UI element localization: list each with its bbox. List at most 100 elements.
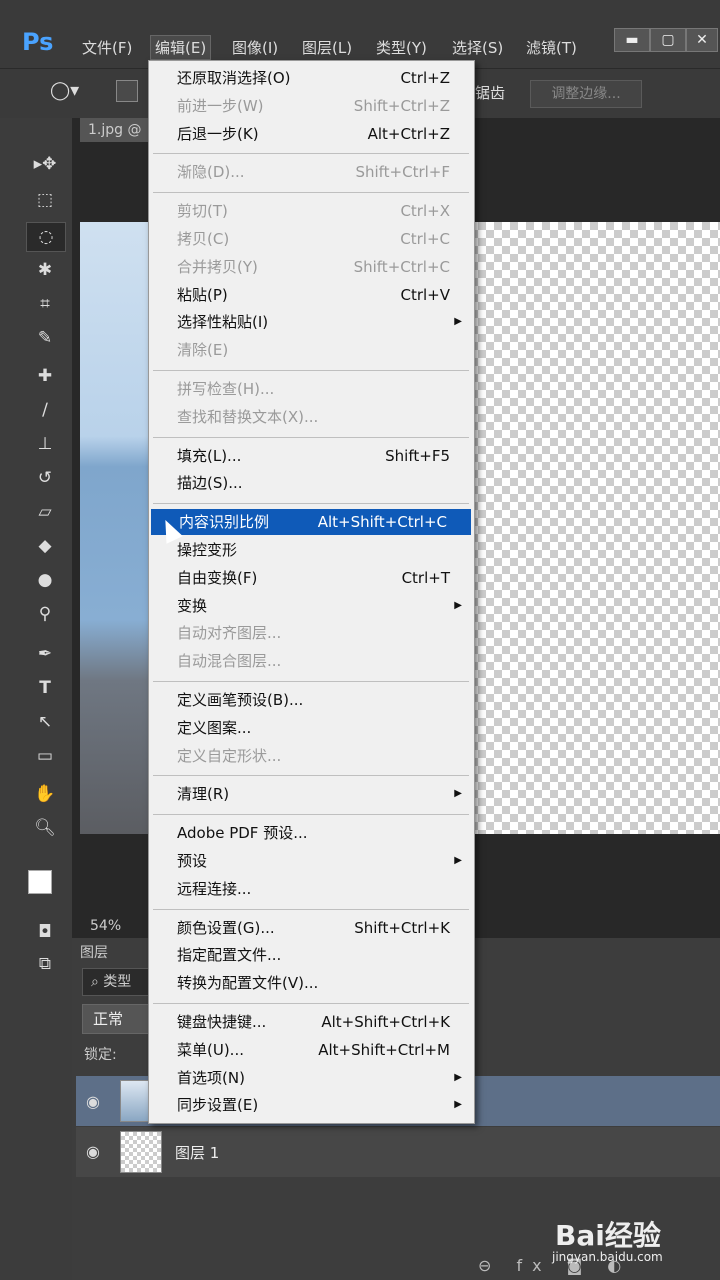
menu-item-shortcut: Ctrl+Z bbox=[400, 69, 450, 87]
transparent-canvas[interactable] bbox=[470, 222, 720, 834]
menu-item-shortcut: Ctrl+T bbox=[401, 568, 450, 587]
menu-item-label: 定义自定形状... bbox=[177, 746, 282, 765]
edit-menu-item[interactable]: 内容识别比例 Alt+Shift+Ctrl+C bbox=[151, 509, 471, 536]
eraser-icon[interactable]: ▱ bbox=[26, 498, 64, 526]
search-icon: ⌕ bbox=[91, 974, 104, 990]
edit-menu-item[interactable]: 粘贴(P) Ctrl+V bbox=[149, 282, 474, 308]
menu-filter[interactable]: 滤镜(T) bbox=[526, 37, 577, 58]
menu-separator bbox=[153, 814, 469, 816]
baidu-watermark-url: jingyan.baidu.com bbox=[552, 1250, 663, 1264]
edit-menu-item[interactable]: 还原取消选择(O) Ctrl+Z bbox=[149, 65, 474, 91]
menu-item-label: 拼写检查(H)... bbox=[177, 380, 275, 398]
layer-name[interactable]: 图层 1 bbox=[175, 1142, 219, 1163]
menu-item-label: 预设 bbox=[177, 852, 208, 870]
menu-item-label: 填充(L)... bbox=[177, 446, 242, 465]
edit-menu-item: 自动混合图层... bbox=[149, 648, 474, 674]
paint-bucket-icon[interactable]: ◆ bbox=[26, 532, 64, 560]
submenu-arrow-icon: ▶ bbox=[454, 599, 462, 611]
edit-menu-item[interactable]: 自由变换(F) Ctrl+T bbox=[149, 565, 474, 591]
edit-menu-item[interactable]: 指定配置文件... bbox=[149, 942, 474, 968]
edit-menu-item[interactable]: 填充(L)... Shift+F5 bbox=[149, 443, 474, 469]
menu-edit[interactable]: 编辑(E) bbox=[150, 35, 212, 60]
menu-file[interactable]: 文件(F) bbox=[82, 37, 132, 58]
edit-menu-item[interactable]: 菜单(U)... Alt+Shift+Ctrl+M bbox=[149, 1037, 474, 1063]
screen-mode-icon[interactable]: ⧉ bbox=[26, 950, 64, 978]
menu-separator bbox=[153, 370, 469, 371]
menu-item-label: 后退一步(K) bbox=[177, 124, 259, 143]
menu-item-label: 颜色设置(G)... bbox=[177, 918, 275, 937]
edit-menu-item[interactable]: 清理(R) ▶ bbox=[149, 781, 474, 807]
menu-select[interactable]: 选择(S) bbox=[452, 37, 503, 58]
anti-alias-label[interactable]: 锯齿 bbox=[475, 82, 505, 103]
hand-tool-icon[interactable]: ✋ bbox=[26, 780, 64, 808]
eye-icon[interactable]: ◉ bbox=[86, 1142, 100, 1161]
zoom-level[interactable]: 54% bbox=[90, 918, 121, 934]
dodge-tool-icon[interactable]: ⚲ bbox=[26, 600, 64, 628]
menu-item-shortcut: Alt+Ctrl+Z bbox=[367, 124, 450, 143]
pen-tool-icon[interactable]: ✒ bbox=[26, 640, 64, 668]
menu-item-label: 自动对齐图层... bbox=[177, 624, 282, 643]
zoom-tool-icon[interactable]: 🔍︎ bbox=[26, 814, 64, 842]
stamp-tool-icon[interactable]: ⊥ bbox=[26, 430, 64, 458]
eyedropper-icon[interactable]: ✎ bbox=[26, 324, 64, 352]
menu-image[interactable]: 图像(I) bbox=[232, 37, 278, 58]
layer-row[interactable] bbox=[76, 1127, 720, 1177]
shape-tool-icon[interactable]: ▭ bbox=[26, 742, 64, 770]
menu-item-label: 清理(R) bbox=[177, 785, 230, 804]
edit-menu-item[interactable]: 首选项(N) ▶ bbox=[149, 1065, 474, 1091]
lock-label: 锁定: bbox=[84, 1047, 117, 1063]
magic-wand-icon[interactable]: ✱ bbox=[26, 256, 64, 284]
tab-layers[interactable]: 图层 bbox=[80, 942, 108, 962]
edit-menu-item[interactable]: 颜色设置(G)... Shift+Ctrl+K bbox=[149, 915, 474, 941]
maximize-button[interactable]: ▢ bbox=[650, 28, 686, 52]
edit-menu-item[interactable]: 键盘快捷键... Alt+Shift+Ctrl+K bbox=[149, 1009, 474, 1035]
brush-tool-icon[interactable]: ∕ bbox=[26, 396, 64, 424]
edit-menu-item[interactable]: Adobe PDF 预设... bbox=[149, 820, 474, 846]
edit-menu-item[interactable]: 变换 ▶ bbox=[149, 593, 474, 619]
marquee-tool-icon[interactable]: ⬚ bbox=[26, 186, 64, 214]
refine-edge-button[interactable]: 调整边缘... bbox=[530, 80, 642, 108]
type-tool-icon[interactable]: T bbox=[26, 674, 64, 702]
menu-item-label: 前进一步(W) bbox=[177, 96, 264, 115]
filter-kind-label: 类型 bbox=[103, 974, 132, 990]
minimize-button[interactable]: ▬ bbox=[614, 28, 650, 52]
edit-menu-item[interactable]: 操控变形 bbox=[149, 537, 474, 563]
edit-menu-item[interactable]: 同步设置(E) ▶ bbox=[149, 1092, 474, 1118]
menu-layer[interactable]: 图层(L) bbox=[302, 37, 352, 58]
edit-menu-item[interactable]: 后退一步(K) Alt+Ctrl+Z bbox=[149, 121, 474, 147]
eye-icon[interactable]: ◉ bbox=[86, 1092, 100, 1111]
foreground-color-swatch[interactable] bbox=[28, 870, 52, 894]
submenu-arrow-icon: ▶ bbox=[454, 1071, 462, 1083]
edit-menu-item[interactable]: 定义图案... bbox=[149, 715, 474, 741]
lasso-tool-icon[interactable]: ◌ bbox=[26, 222, 66, 252]
menu-item-shortcut: Alt+Shift+Ctrl+K bbox=[321, 1013, 450, 1031]
edit-menu-item: 查找和替换文本(X)... bbox=[149, 404, 474, 430]
submenu-arrow-icon: ▶ bbox=[454, 316, 462, 328]
move-tool-icon[interactable]: ▸✥ bbox=[26, 150, 64, 178]
menu-item-shortcut: Shift+Ctrl+K bbox=[354, 918, 450, 937]
crop-tool-icon[interactable]: ⌗ bbox=[26, 290, 64, 318]
edit-menu-item[interactable]: 选择性粘贴(I) ▶ bbox=[149, 309, 474, 335]
healing-brush-icon[interactable]: ✚ bbox=[26, 362, 64, 390]
menu-separator bbox=[153, 436, 469, 438]
path-select-icon[interactable]: ↖ bbox=[26, 708, 64, 736]
quick-mask-icon[interactable]: ◘ bbox=[26, 918, 64, 946]
submenu-arrow-icon: ▶ bbox=[454, 788, 462, 800]
menu-item-label: 转换为配置文件(V)... bbox=[177, 974, 319, 993]
edit-menu-item[interactable]: 定义画笔预设(B)... bbox=[149, 687, 474, 713]
menu-item-label: 定义图案... bbox=[177, 718, 252, 737]
menu-item-label: 合并拷贝(Y) bbox=[177, 257, 258, 276]
edit-menu-item[interactable]: 描边(S)... bbox=[149, 470, 474, 496]
new-selection-icon[interactable] bbox=[116, 80, 138, 102]
edit-menu-item[interactable]: 转换为配置文件(V)... bbox=[149, 970, 474, 996]
edit-menu-item[interactable]: 远程连接... bbox=[149, 876, 474, 902]
menu-type[interactable]: 类型(Y) bbox=[376, 37, 427, 58]
edit-menu-item[interactable]: 预设 ▶ bbox=[149, 848, 474, 874]
history-brush-icon[interactable]: ↺ bbox=[26, 464, 64, 492]
edit-menu-item: 清除(E) bbox=[149, 337, 474, 363]
photo-canvas[interactable] bbox=[80, 222, 150, 834]
close-button[interactable]: ✕ bbox=[686, 28, 718, 52]
blur-tool-icon[interactable]: ● bbox=[26, 566, 64, 594]
menu-separator bbox=[153, 775, 469, 777]
lasso-preset-icon[interactable]: ◯▾ bbox=[50, 80, 79, 101]
